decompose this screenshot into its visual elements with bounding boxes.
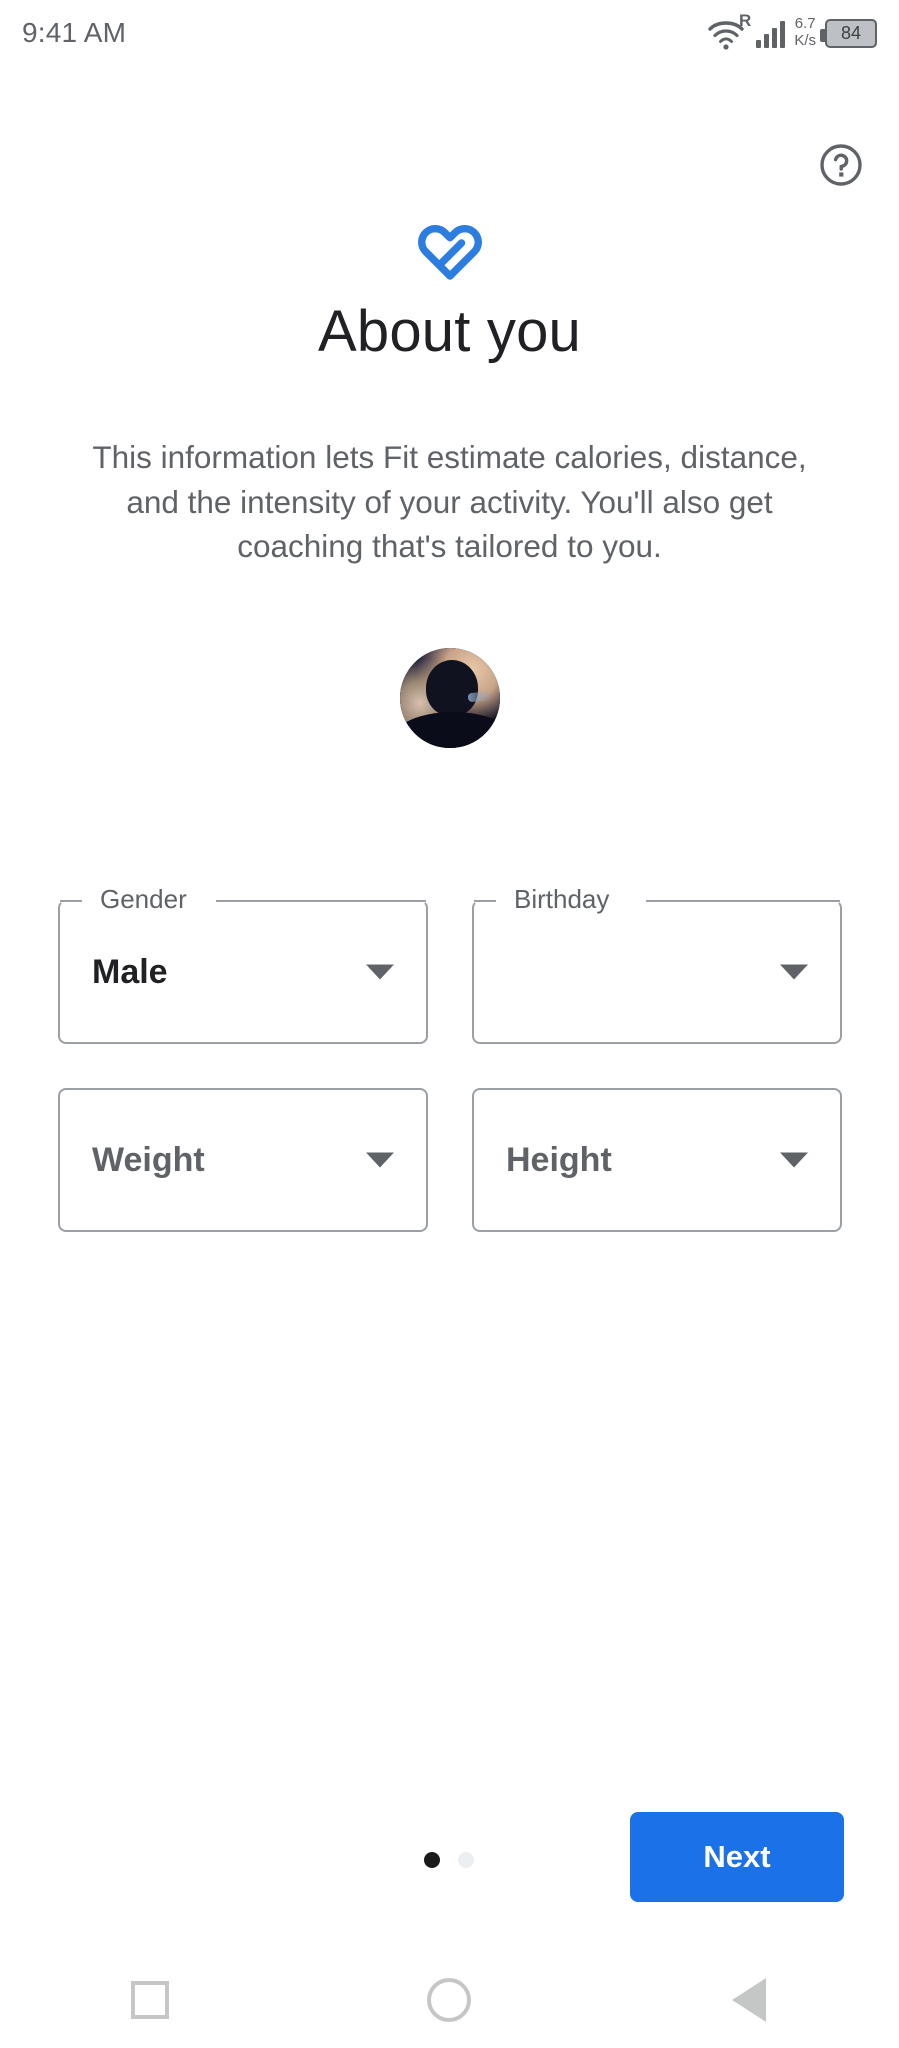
- weight-field[interactable]: Weight: [58, 1088, 428, 1232]
- height-field[interactable]: Height: [472, 1088, 842, 1232]
- gender-field-label: Gender: [92, 883, 195, 917]
- status-bar: 9:41 AM R 6.7 K/s 84: [0, 0, 899, 66]
- android-navigation-bar: [0, 1952, 899, 2048]
- weight-field-placeholder: Weight: [92, 1141, 205, 1179]
- wifi-icon: R: [706, 12, 751, 50]
- birthday-field-label: Birthday: [506, 883, 618, 917]
- page-title: About you: [318, 299, 581, 364]
- square-recents-icon[interactable]: [90, 1952, 210, 2048]
- user-avatar[interactable]: [399, 648, 500, 748]
- google-fit-heart-logo: [0, 222, 899, 280]
- avatar-shoulder-shape: [399, 712, 500, 748]
- status-indicators: R 6.7 K/s 84: [706, 12, 877, 50]
- signal-bars-icon: [756, 18, 786, 48]
- next-button[interactable]: Next: [630, 1812, 844, 1902]
- avatar-container: [0, 648, 899, 748]
- chevron-down-icon[interactable]: [366, 964, 394, 980]
- network-speed-value: 6.7: [794, 15, 816, 33]
- circle-home-icon[interactable]: [389, 1952, 509, 2048]
- network-speed-indicator: 6.7 K/s: [794, 15, 816, 50]
- page-indicator-dot-1[interactable]: [424, 1852, 440, 1868]
- battery-icon: 84: [820, 18, 877, 48]
- chevron-down-icon[interactable]: [780, 964, 808, 980]
- network-speed-unit: K/s: [794, 32, 816, 49]
- about-you-form: Gender Male Birthday Weight Height: [58, 883, 842, 1232]
- chevron-down-icon[interactable]: [780, 1152, 808, 1168]
- triangle-back-icon[interactable]: [689, 1952, 809, 2048]
- chevron-down-icon[interactable]: [366, 1152, 394, 1168]
- gender-field[interactable]: Gender Male: [58, 883, 428, 1044]
- page-indicator: [424, 1852, 474, 1868]
- birthday-field[interactable]: Birthday: [472, 883, 842, 1044]
- height-field-placeholder: Height: [506, 1141, 612, 1179]
- help-circle-icon[interactable]: [813, 137, 869, 193]
- gender-field-value: Male: [92, 953, 168, 991]
- roaming-indicator: R: [739, 11, 752, 30]
- status-time: 9:41 AM: [22, 17, 127, 48]
- avatar-head-shape: [425, 660, 478, 716]
- battery-level: 84: [840, 23, 862, 43]
- page-indicator-dot-2[interactable]: [458, 1852, 474, 1868]
- page-description: This information lets Fit estimate calor…: [92, 439, 807, 565]
